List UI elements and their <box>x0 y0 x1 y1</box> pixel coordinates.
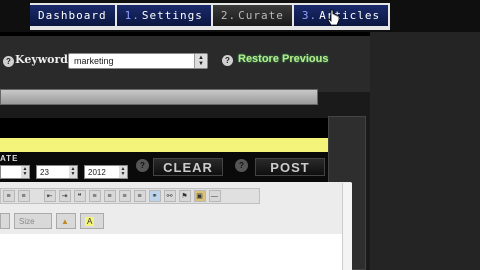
outdent-icon[interactable]: ⇤ <box>43 190 56 202</box>
tab-number: 2. <box>220 9 237 22</box>
restore-previous-link[interactable]: Restore Previous <box>238 53 328 65</box>
tab-settings[interactable]: 1. Settings <box>116 5 211 26</box>
title-band <box>0 118 328 138</box>
day-value: 23 <box>40 167 49 177</box>
align-left-icon[interactable]: ≡ <box>88 190 101 202</box>
day-select[interactable]: 23 ▲ ▼ <box>36 165 78 179</box>
keyword-value: marketing <box>74 56 114 66</box>
tab-label: Settings <box>141 9 203 22</box>
unlink-icon[interactable]: ⚯ <box>163 190 176 202</box>
select-arrows-icon: ▲ ▼ <box>21 166 29 178</box>
align-justify-icon[interactable]: ≡ <box>133 190 146 202</box>
editor-toolbar: ≡ ≡ ⇤ ⇥ ❝ ≡ ≡ ≡ ≡ ⚭ ⚯ ⚑ ▣ — <box>0 188 260 204</box>
align-center-icon[interactable]: ≡ <box>103 190 116 202</box>
background-color-button[interactable]: A <box>80 213 104 229</box>
size-dropdown[interactable]: Size <box>14 213 52 229</box>
right-panel <box>370 32 480 270</box>
select-arrows-icon: ▲ ▼ <box>119 166 127 178</box>
format-dropdown[interactable] <box>0 213 10 229</box>
keyword-select[interactable]: marketing ▲ ▼ <box>68 53 208 69</box>
help-icon[interactable]: ? <box>3 56 14 67</box>
list-icon[interactable]: ≡ <box>2 190 15 202</box>
text-color-button[interactable]: ▲ <box>56 213 76 229</box>
select-arrows-icon: ▲ ▼ <box>69 166 77 178</box>
tab-curate[interactable]: 2. Curate <box>212 5 292 26</box>
horizontal-rule-icon[interactable]: — <box>208 190 221 202</box>
numbered-list-icon[interactable]: ≡ <box>17 190 30 202</box>
date-label: ATE <box>0 154 19 163</box>
year-value: 2012 <box>88 167 106 177</box>
progress-bar <box>0 89 318 105</box>
help-icon[interactable]: ? <box>222 55 233 66</box>
align-right-icon[interactable]: ≡ <box>118 190 131 202</box>
tab-number: 3. <box>301 9 318 22</box>
image-icon[interactable]: ▣ <box>193 190 206 202</box>
font-color-letter: A <box>85 216 95 226</box>
keyword-label: Keyword : <box>15 53 76 66</box>
highlight-band <box>0 138 328 152</box>
text-color-icon: ▲ <box>61 216 69 226</box>
clear-button[interactable]: CLEAR <box>153 158 223 176</box>
toolbar-separator <box>33 190 41 202</box>
tab-label: Curate <box>238 9 284 22</box>
tab-dashboard[interactable]: Dashboard <box>30 5 115 26</box>
select-arrows-icon: ▲ ▼ <box>194 54 207 68</box>
mouse-pointer-icon <box>327 9 340 26</box>
month-select[interactable]: ▲ ▼ <box>0 165 30 179</box>
help-icon[interactable]: ? <box>136 159 149 172</box>
blockquote-icon[interactable]: ❝ <box>73 190 86 202</box>
scrollbar[interactable] <box>342 183 352 270</box>
help-icon[interactable]: ? <box>235 159 248 172</box>
indent-icon[interactable]: ⇥ <box>58 190 71 202</box>
tab-number: 1. <box>124 9 140 22</box>
year-select[interactable]: 2012 ▲ ▼ <box>84 165 128 179</box>
editor-content[interactable] <box>0 234 344 270</box>
post-button[interactable]: POST <box>255 158 325 176</box>
anchor-icon[interactable]: ⚑ <box>178 190 191 202</box>
tab-label: Dashboard <box>38 9 107 22</box>
editor-toolbar-row2: Size ▲ A <box>0 212 108 230</box>
size-label: Size <box>19 216 35 226</box>
link-icon[interactable]: ⚭ <box>148 190 161 202</box>
